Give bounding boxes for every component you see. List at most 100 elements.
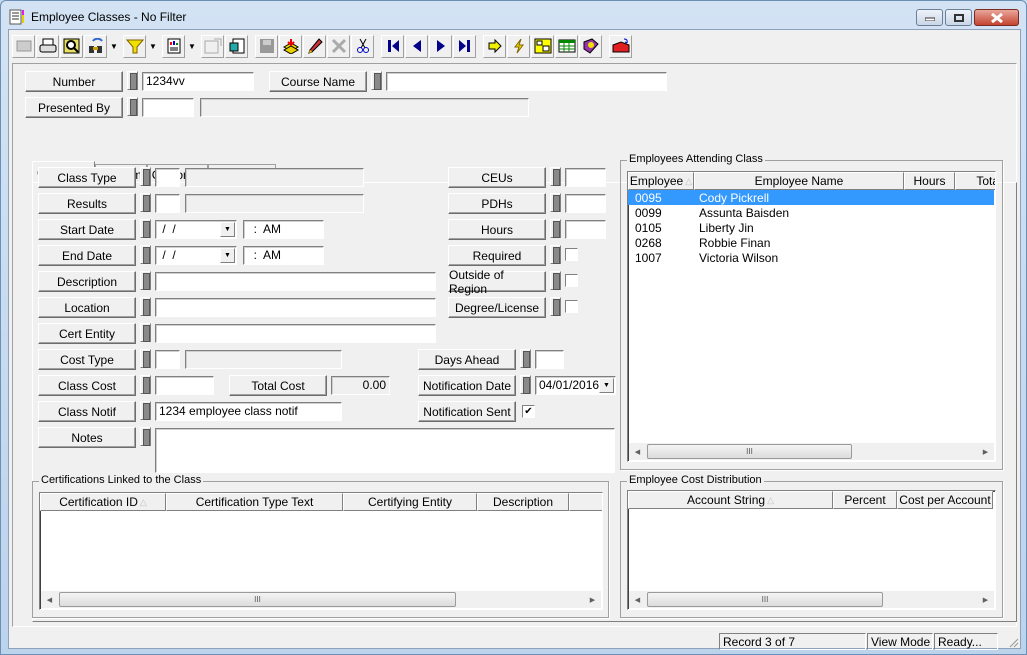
number-lookup-grip[interactable]	[127, 71, 138, 90]
days-ahead-field[interactable]	[535, 350, 564, 369]
number-field[interactable]: 1234vv	[142, 72, 254, 91]
table-row[interactable]: 0095 Cody Pickrell	[628, 190, 994, 205]
table-row[interactable]: 0268 Robbie Finan	[628, 235, 995, 250]
column-header-percent[interactable]: Percent	[833, 491, 897, 509]
resize-grip-icon[interactable]	[1007, 636, 1019, 648]
notification-date-picker[interactable]: 04/01/2016 ▼	[535, 376, 616, 395]
find-dropdown[interactable]: ▼	[108, 35, 120, 58]
number-label-button[interactable]: Number	[25, 71, 123, 92]
end-date-grip[interactable]	[140, 245, 151, 264]
last-record-button[interactable]	[453, 34, 476, 58]
save-button[interactable]	[255, 34, 278, 58]
print-button[interactable]	[36, 34, 59, 58]
notes-grip[interactable]	[140, 427, 151, 446]
days-ahead-label-button[interactable]: Days Ahead	[418, 349, 516, 370]
cost-type-grip[interactable]	[140, 349, 151, 368]
start-date-picker[interactable]: / / ▼	[155, 220, 237, 239]
cost-type-label-button[interactable]: Cost Type	[38, 349, 136, 370]
filter-dropdown[interactable]: ▼	[147, 35, 159, 58]
tree-view-button[interactable]	[531, 34, 554, 58]
table-row[interactable]: 0099 Assunta Baisden	[628, 205, 995, 220]
quick-action-button[interactable]	[507, 34, 530, 58]
scroll-right-icon[interactable]: ▶	[977, 443, 994, 460]
outside-region-checkbox[interactable]	[565, 274, 578, 287]
notes-field[interactable]	[155, 428, 615, 473]
horizontal-scrollbar[interactable]: ◀ III ▶	[629, 591, 994, 608]
column-header-employee[interactable]: Employee △	[628, 172, 694, 190]
add-record-button[interactable]	[279, 34, 302, 58]
start-time-field[interactable]: : AM	[243, 220, 324, 239]
scroll-right-icon[interactable]: ▶	[977, 591, 994, 608]
report-button[interactable]	[162, 34, 185, 58]
column-header-description[interactable]: Description	[477, 493, 569, 511]
ceus-grip[interactable]	[550, 167, 561, 186]
column-header-certifying-entity[interactable]: Certifying Entity	[343, 493, 477, 511]
degree-license-grip[interactable]	[550, 297, 561, 316]
presented-by-grip[interactable]	[127, 97, 138, 116]
next-record-button[interactable]	[429, 34, 452, 58]
outside-region-label-button[interactable]: Outside of Region	[448, 268, 546, 296]
column-header-account-string[interactable]: Account String △	[628, 491, 833, 509]
course-name-field[interactable]	[386, 72, 667, 91]
column-header-employee-name[interactable]: Employee Name	[694, 172, 904, 190]
notification-date-grip[interactable]	[520, 375, 531, 394]
description-grip[interactable]	[140, 271, 151, 290]
print-preview-button[interactable]	[60, 34, 83, 58]
spreadsheet-button[interactable]	[555, 34, 578, 58]
hours-field[interactable]	[565, 220, 606, 239]
horizontal-scrollbar[interactable]: ◀ III ▶	[41, 591, 601, 608]
chevron-down-icon[interactable]: ▼	[220, 222, 235, 237]
degree-license-checkbox[interactable]	[565, 300, 578, 313]
class-notif-label-button[interactable]: Class Notif	[38, 401, 136, 422]
pdhs-label-button[interactable]: PDHs	[448, 193, 546, 214]
class-notif-grip[interactable]	[140, 401, 151, 420]
close-button[interactable]	[974, 9, 1019, 26]
filter-button[interactable]	[123, 34, 146, 58]
previous-record-button[interactable]	[405, 34, 428, 58]
scroll-thumb[interactable]: III	[647, 444, 852, 459]
end-date-picker[interactable]: / / ▼	[155, 246, 237, 265]
scroll-left-icon[interactable]: ◀	[629, 443, 646, 460]
cert-entity-label-button[interactable]: Cert Entity	[38, 323, 136, 344]
pdhs-grip[interactable]	[550, 193, 561, 212]
class-type-code-field[interactable]	[155, 168, 180, 187]
course-name-label-button[interactable]: Course Name	[269, 71, 367, 92]
class-type-grip[interactable]	[140, 167, 151, 186]
blank-form-button[interactable]	[12, 34, 35, 58]
first-record-button[interactable]	[381, 34, 404, 58]
cert-entity-grip[interactable]	[140, 323, 151, 342]
results-code-field[interactable]	[155, 194, 180, 213]
class-notif-field[interactable]: 1234 employee class notif	[155, 402, 342, 421]
edit-button[interactable]	[303, 34, 326, 58]
cost-type-code-field[interactable]	[155, 350, 180, 369]
delete-button[interactable]	[327, 34, 350, 58]
help-button[interactable]	[579, 34, 602, 58]
start-date-label-button[interactable]: Start Date	[38, 219, 136, 240]
days-ahead-grip[interactable]	[520, 349, 531, 368]
total-cost-label-button[interactable]: Total Cost	[229, 375, 327, 396]
class-type-label-button[interactable]: Class Type	[38, 167, 136, 188]
start-date-grip[interactable]	[140, 219, 151, 238]
description-label-button[interactable]: Description	[38, 271, 136, 292]
results-grip[interactable]	[140, 193, 151, 212]
required-grip[interactable]	[550, 245, 561, 264]
cut-button[interactable]	[351, 34, 374, 58]
required-label-button[interactable]: Required	[448, 245, 546, 266]
presented-by-code-field[interactable]	[142, 98, 194, 117]
ceus-field[interactable]	[565, 168, 606, 187]
scroll-thumb[interactable]: III	[647, 592, 883, 607]
scroll-left-icon[interactable]: ◀	[629, 591, 646, 608]
find-button[interactable]	[84, 34, 107, 58]
chevron-down-icon[interactable]: ▼	[599, 378, 614, 393]
goto-button[interactable]	[483, 34, 506, 58]
column-header-certification-id[interactable]: Certification ID △	[40, 493, 166, 511]
pdhs-field[interactable]	[565, 194, 606, 213]
properties-button[interactable]	[201, 34, 224, 58]
notification-date-label-button[interactable]: Notification Date	[418, 375, 516, 396]
ceus-label-button[interactable]: CEUs	[448, 167, 546, 188]
maximize-button[interactable]	[945, 9, 972, 26]
presented-by-label-button[interactable]: Presented By	[25, 97, 123, 118]
required-checkbox[interactable]	[565, 248, 578, 261]
scroll-left-icon[interactable]: ◀	[41, 591, 58, 608]
scroll-right-icon[interactable]: ▶	[584, 591, 601, 608]
